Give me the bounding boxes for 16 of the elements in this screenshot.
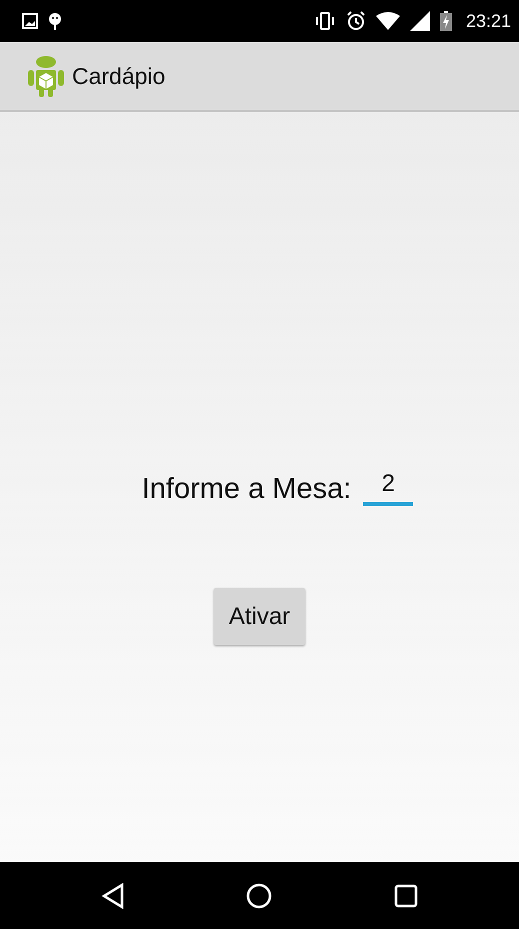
signal-icon	[410, 11, 430, 31]
recents-icon[interactable]	[394, 884, 418, 908]
clock-time: 23:21	[466, 10, 511, 32]
image-notification-icon	[22, 13, 38, 29]
android-robot-icon	[28, 54, 64, 98]
wifi-icon	[376, 12, 400, 30]
app-title: Cardápio	[72, 62, 166, 90]
activate-button[interactable]: Ativar	[214, 588, 305, 645]
table-label: Informe a Mesa:	[142, 473, 352, 506]
home-icon[interactable]	[246, 882, 272, 908]
table-number-field[interactable]: 2	[363, 464, 414, 506]
alarm-clock-icon	[346, 11, 366, 31]
battery-icon	[440, 11, 452, 31]
android-notification-icon	[48, 11, 62, 31]
vibrate-icon	[314, 11, 336, 31]
back-icon[interactable]	[100, 882, 125, 908]
